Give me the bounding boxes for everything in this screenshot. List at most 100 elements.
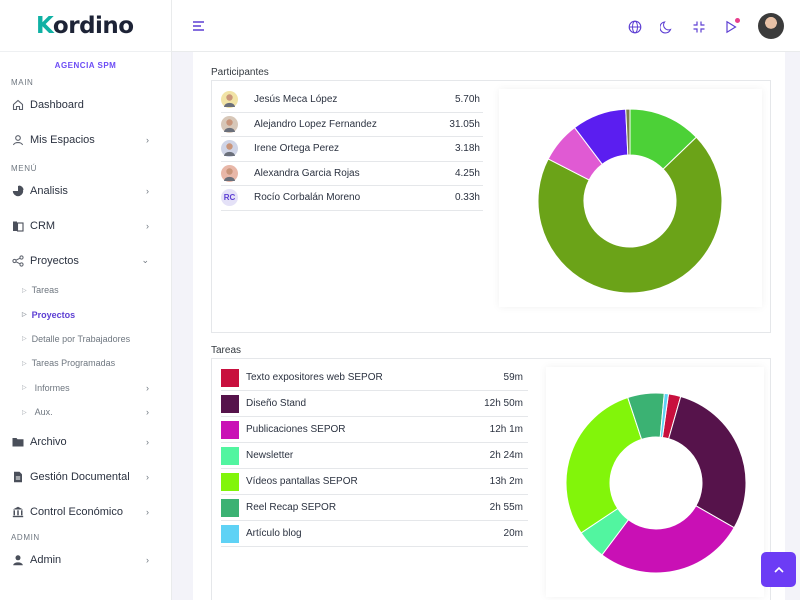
participant-hours: 31.05h: [449, 118, 480, 130]
task-row: Vídeos pantallas SEPOR 13h 2m: [221, 469, 528, 495]
bullet-icon: ▷: [22, 312, 27, 319]
participant-hours: 4.25h: [454, 167, 480, 179]
sidebar-item-gestion-documental[interactable]: Gestión Documental ›: [0, 459, 171, 494]
subitem-proyectos[interactable]: ▷ Proyectos: [0, 302, 171, 326]
subitem-label: Aux.: [34, 407, 53, 418]
fullscreen-exit-icon[interactable]: [690, 18, 708, 36]
participant-avatar: [221, 164, 238, 182]
participant-name: Alejandro Lopez Fernandez: [254, 118, 377, 130]
sidebar: Kordino AGENCIA SPM MAIN Dashboard Mis E…: [0, 0, 172, 600]
task-row: Reel Recap SEPOR 2h 55m: [221, 495, 528, 521]
tareas-title: Tareas: [211, 345, 242, 356]
sidebar-item-crm[interactable]: CRM ›: [0, 208, 171, 243]
home-icon: [11, 98, 25, 112]
task-row: Artículo blog 20m: [221, 521, 528, 547]
participant-hours: 0.33h: [454, 192, 480, 204]
task-name: Publicaciones SEPOR: [246, 424, 346, 435]
sidebar-item-proyectos[interactable]: Proyectos ⌄: [0, 243, 171, 278]
share-icon: [11, 254, 25, 268]
participantes-chart: [499, 89, 762, 307]
subitem-label: Informes: [34, 382, 70, 393]
donut-slice[interactable]: [668, 395, 747, 529]
task-color-swatch: [221, 524, 239, 543]
user-icon: [11, 133, 25, 147]
sidebar-item-analisis[interactable]: Analisis ›: [0, 173, 171, 208]
chevron-right-icon: ›: [146, 382, 149, 393]
sidebar-item-mis-espacios[interactable]: Mis Espacios ›: [0, 122, 171, 157]
bullet-icon: ▷: [22, 385, 27, 392]
sidebar-item-control-economico[interactable]: Control Económico ›: [0, 494, 171, 529]
participant-hours: 5.70h: [454, 94, 480, 106]
task-name: Artículo blog: [246, 528, 302, 539]
subitem-programadas[interactable]: ▷ Tareas Programadas: [0, 351, 171, 375]
moon-icon[interactable]: [658, 18, 676, 36]
participant-avatar: [221, 115, 238, 133]
task-name: Vídeos pantallas SEPOR: [246, 476, 358, 487]
tareas-card: Texto expositores web SEPOR 59m Diseño Sta…: [211, 358, 771, 600]
participant-name: Alexandra Garcia Rojas: [254, 167, 360, 179]
task-name: Reel Recap SEPOR: [246, 502, 337, 513]
scroll-to-top-button[interactable]: [761, 552, 796, 587]
participant-row: Alexandra Garcia Rojas 4.25h: [221, 162, 483, 186]
participant-hours: 3.18h: [454, 143, 480, 155]
chevron-right-icon: ›: [146, 407, 149, 418]
sidebar-item-label: Gestión Documental: [30, 470, 130, 483]
chevron-right-icon: ›: [146, 506, 149, 517]
topbar: [172, 0, 800, 52]
task-name: Newsletter: [246, 450, 294, 461]
subitem-aux[interactable]: ▷ Aux. ›: [0, 400, 171, 424]
subitem-informes[interactable]: ▷ Informes ›: [0, 376, 171, 400]
arrow-up-icon: [773, 566, 784, 573]
chevron-right-icon: ›: [146, 554, 149, 565]
task-time: 2h 24m: [489, 450, 523, 461]
participant-name: Irene Ortega Perez: [254, 143, 340, 155]
participantes-card: Jesús Meca López 5.70h Alejandro Lopez Fer…: [211, 80, 771, 333]
task-time: 13h 2m: [489, 476, 523, 487]
task-row: Texto expositores web SEPOR 59m: [221, 365, 528, 391]
task-row: Newsletter 2h 24m: [221, 443, 528, 469]
sidebar-item-label: Dashboard: [30, 98, 84, 111]
sidebar-item-admin[interactable]: Admin ›: [0, 542, 171, 577]
task-color-swatch: [221, 420, 239, 439]
task-color-swatch: [221, 368, 239, 387]
participant-name: Jesús Meca López: [254, 94, 338, 106]
task-time: 12h 50m: [484, 398, 523, 409]
participant-row: Alejandro Lopez Fernandez 31.05h: [221, 113, 483, 137]
task-time: 20m: [503, 528, 523, 539]
subitem-label: Tareas: [31, 285, 59, 296]
hamburger-icon[interactable]: [192, 19, 206, 33]
subitem-label: Tareas Programadas: [31, 358, 116, 369]
task-time: 59m: [503, 372, 523, 383]
subitem-tareas[interactable]: ▷ Tareas: [0, 278, 171, 302]
section-admin: ADMIN: [11, 533, 40, 543]
donut-slice[interactable]: [565, 396, 643, 534]
logo[interactable]: Kordino: [0, 0, 171, 52]
chevron-right-icon: ›: [146, 134, 149, 145]
participant-avatar: RC: [221, 189, 238, 207]
subitem-detalle[interactable]: ▷ Detalle por Trabajadores: [0, 327, 171, 351]
sidebar-item-label: Admin: [30, 553, 62, 566]
task-row: Diseño Stand 12h 50m: [221, 391, 528, 417]
play-icon[interactable]: [722, 18, 740, 36]
person-icon: [11, 553, 25, 567]
bullet-icon: ▷: [22, 287, 27, 294]
task-color-swatch: [221, 472, 239, 491]
sidebar-item-label: Proyectos: [30, 254, 79, 267]
logo-text: ordino: [52, 12, 134, 39]
sidebar-item-label: CRM: [30, 219, 56, 232]
main-content: Participantes Jesús Meca López 5.70h Aleja…: [193, 52, 785, 600]
sidebar-item-label: Mis Espacios: [30, 133, 95, 146]
pie-chart-icon: [11, 184, 25, 198]
chevron-right-icon: ›: [146, 220, 149, 231]
tareas-donut: [565, 392, 747, 574]
participant-row: Jesús Meca López 5.70h: [221, 88, 483, 113]
task-color-swatch: [221, 498, 239, 517]
sidebar-item-dashboard[interactable]: Dashboard: [0, 87, 171, 122]
participantes-donut: [537, 108, 723, 294]
notification-dot: [735, 18, 740, 23]
globe-icon[interactable]: [626, 18, 644, 36]
participant-avatar: [221, 91, 238, 109]
subitem-label: Detalle por Trabajadores: [31, 333, 131, 344]
sidebar-item-archivo[interactable]: Archivo ›: [0, 424, 171, 459]
user-avatar[interactable]: [758, 13, 784, 39]
